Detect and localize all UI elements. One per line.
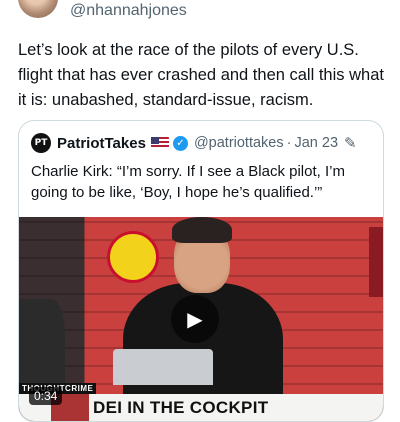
wall-frame-image: [369, 227, 383, 297]
separator-dot: ·: [286, 135, 292, 151]
video-headline: DEI IN THE COCKPIT: [93, 398, 269, 417]
gadsden-sign-image: [107, 231, 159, 283]
video-lower-third: THOUGHTCRIME DEI IN THE COCKPIT: [19, 383, 383, 421]
patriottakes-logo-icon: PT: [31, 133, 51, 153]
edited-pencil-icon: ✎: [344, 134, 357, 152]
laptop-image: [113, 349, 213, 385]
quoted-tweet-header: PT PatriotTakes ✓ @patriottakes · Jan 23…: [31, 131, 373, 155]
quoted-author-handle[interactable]: @patriottakes: [194, 135, 284, 151]
quoted-tweet-text: Charlie Kirk: “I’m sorry. If I see a Bla…: [31, 163, 345, 201]
tweet-text: Let’s look at the race of the pilots of …: [18, 41, 384, 109]
quoted-author-name[interactable]: PatriotTakes: [57, 135, 146, 152]
speaker-hair-image: [172, 217, 232, 243]
video-player[interactable]: ▶ THOUGHTCRIME DEI IN THE COCKPIT 0:34: [19, 217, 383, 421]
play-icon[interactable]: ▶: [171, 295, 219, 343]
video-duration: 0:34: [29, 387, 63, 405]
verified-badge-icon: ✓: [172, 135, 188, 151]
avatar[interactable]: [18, 0, 58, 18]
quoted-tweet-date[interactable]: Jan 23: [294, 135, 338, 151]
us-flag-icon: [150, 137, 169, 149]
author-handle[interactable]: @nhannahjones: [70, 1, 187, 21]
quoted-tweet-card[interactable]: PT PatriotTakes ✓ @patriottakes · Jan 23…: [18, 120, 384, 422]
